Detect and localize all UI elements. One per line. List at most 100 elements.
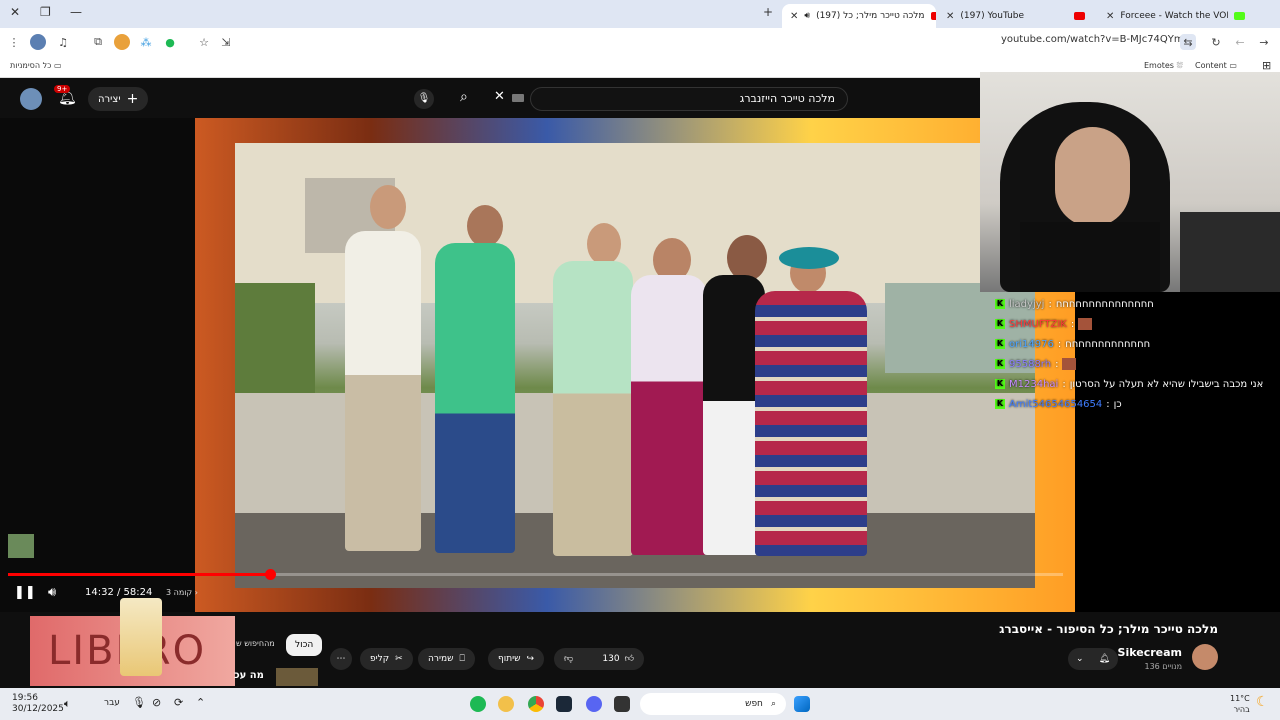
start-windows-icon[interactable] xyxy=(794,696,810,712)
search-icon[interactable]: ⌕ xyxy=(460,89,468,105)
voice-search-icon[interactable]: 🎙︎ xyxy=(414,89,434,109)
channel-name[interactable]: Sikecream xyxy=(1118,646,1182,659)
media-control-icon[interactable]: ♫ xyxy=(55,34,71,50)
channel-avatar[interactable] xyxy=(1192,644,1218,670)
weather-widget[interactable]: 11°C בהיר xyxy=(1230,693,1250,715)
discord-taskbar-icon[interactable] xyxy=(586,696,602,712)
chapter-label[interactable]: קומה 3 › xyxy=(166,588,198,597)
back-icon[interactable]: → xyxy=(1256,34,1272,50)
bookmark-star-icon[interactable]: ☆ xyxy=(196,34,212,50)
like-dislike-group: 👎︎ 130 👍︎ xyxy=(554,648,644,670)
bookmark-emotes[interactable]: Emotes ⛆ xyxy=(1144,61,1183,71)
kick-badge-icon: K xyxy=(995,299,1005,309)
microphone-tray-icon[interactable]: 🎙︎ xyxy=(132,696,146,709)
extensions-icon[interactable]: ⧉ xyxy=(90,34,106,50)
recommended-title[interactable]: מה עכ xyxy=(234,670,264,681)
thumbs-up-icon: 👍︎ xyxy=(624,654,634,664)
share-label: שיתוף xyxy=(498,654,521,664)
close-tab-icon[interactable]: ✕ xyxy=(1106,11,1114,22)
person-figure xyxy=(755,291,867,556)
url-field[interactable]: youtube.com/watch?v=B-MJc74QYm8 xyxy=(1001,34,1190,45)
chat-username[interactable]: Amit54654654654 xyxy=(1009,399,1102,410)
create-button[interactable]: יצירה + xyxy=(88,87,149,111)
recommended-thumbnail[interactable] xyxy=(276,668,318,686)
chat-username[interactable]: ori14976 xyxy=(1009,339,1054,350)
install-app-icon[interactable]: ⇲ xyxy=(218,34,234,50)
minimize-window-icon[interactable]: — xyxy=(70,5,82,19)
tab-title: (197) מלכה טייכר מילר; כל xyxy=(816,11,925,21)
progress-scrubber[interactable] xyxy=(264,569,276,580)
site-settings-icon[interactable]: ⇆ xyxy=(1180,34,1196,50)
language-indicator[interactable]: עבר xyxy=(104,698,120,708)
chat-username[interactable]: liadyjyj xyxy=(1009,299,1044,310)
new-tab-icon[interactable]: + xyxy=(763,5,773,19)
volume-icon[interactable]: 🔊︎ xyxy=(48,585,56,600)
share-button[interactable]: שיתוף ↪ xyxy=(488,648,545,670)
apps-grid-icon[interactable]: ⊞ xyxy=(1262,59,1271,72)
video-player[interactable]: ❚❚ 🔊︎ 14:32 / 58:24 קומה 3 › ▭ ⚙ ⧈ ⤢ xyxy=(0,118,1075,612)
chat-username[interactable]: M1234hai xyxy=(1009,379,1058,390)
account-avatar[interactable] xyxy=(20,88,42,110)
translate-extension-icon[interactable]: ⁂ xyxy=(138,34,154,50)
save-button[interactable]: שמירה ⎕ xyxy=(418,648,475,670)
chip-all[interactable]: הכול xyxy=(286,634,323,656)
menu-icon[interactable]: ⋮ xyxy=(6,34,22,50)
weather-temp: 11°C xyxy=(1230,694,1250,703)
chat-separator: : xyxy=(1106,398,1110,410)
clock[interactable]: 19:56 30/12/2025 xyxy=(12,693,64,715)
keyboard-icon[interactable] xyxy=(512,94,524,102)
youtube-header: 🔔︎ 9+ יצירה + 🎙︎ ⌕ ✕ מלכה טייכר הייזנברג xyxy=(0,78,980,120)
clip-button[interactable]: קליפ ✂ xyxy=(360,648,413,670)
network-off-icon[interactable]: ⊘ xyxy=(152,696,161,709)
emote-icon xyxy=(1062,358,1077,370)
reload-icon[interactable]: ↻ xyxy=(1208,34,1224,50)
volume-tray-icon[interactable]: 🔈︎ xyxy=(64,697,71,711)
chat-separator: : xyxy=(1070,318,1075,330)
chat-separator: : xyxy=(1057,338,1062,350)
chat-text: חחחחחחחחחחחחחחח xyxy=(1055,298,1154,310)
clear-search-icon[interactable]: ✕ xyxy=(494,89,505,104)
like-button[interactable]: 130 👍︎ xyxy=(602,654,634,664)
extension-icon[interactable] xyxy=(114,34,130,50)
subscribed-button[interactable]: ⌄ 🔔︎ xyxy=(1068,648,1118,670)
taskbar-search[interactable]: חפש ⌕ xyxy=(640,693,786,715)
chrome-taskbar-icon[interactable] xyxy=(528,696,544,712)
person-head xyxy=(467,205,503,247)
chat-text: אני מכבה בישבילו שהיא לא תעלה על הסרטון xyxy=(1069,378,1264,390)
bell-icon: 🔔︎ xyxy=(1098,654,1110,664)
terminal-taskbar-icon[interactable] xyxy=(614,696,630,712)
plus-icon: + xyxy=(126,91,139,107)
app-taskbar-icon[interactable] xyxy=(498,696,514,712)
plants xyxy=(235,283,315,393)
profile-avatar[interactable] xyxy=(30,34,46,50)
close-window-icon[interactable]: ✕ xyxy=(10,5,20,19)
tab-current-video[interactable]: ✕ 🔊︎ (197) מלכה טייכר מילר; כל xyxy=(782,4,936,28)
all-bookmarks-link[interactable]: כל הסימניות ▭ xyxy=(10,61,62,70)
more-actions-icon[interactable]: ⋯ xyxy=(330,648,352,670)
tab-youtube[interactable]: ✕ (197) YouTube xyxy=(938,4,1093,28)
restore-window-icon[interactable]: ❐ xyxy=(40,5,51,19)
chat-username[interactable]: SHMUFTZIK xyxy=(1009,319,1067,330)
tab-kick-vod[interactable]: ✕ Forceee - Watch the VOD on K xyxy=(1098,4,1253,28)
desk-equipment xyxy=(1180,212,1280,292)
sync-tray-icon[interactable]: ⟳ xyxy=(174,696,183,709)
spotify-extension-icon[interactable]: ● xyxy=(162,34,178,50)
pause-icon[interactable]: ❚❚ xyxy=(14,585,36,600)
close-tab-icon[interactable]: ✕ xyxy=(946,11,954,22)
bookmark-content[interactable]: Content ▭ xyxy=(1195,61,1237,70)
close-tab-icon[interactable]: ✕ xyxy=(790,11,798,22)
tray-expand-chevron-icon[interactable]: ⌃ xyxy=(196,696,205,709)
spotify-taskbar-icon[interactable] xyxy=(470,696,486,712)
person-figure xyxy=(345,231,421,551)
chip-from-search[interactable]: מהחיפוש ש xyxy=(236,639,275,648)
chat-username[interactable]: 95588rh xyxy=(1009,359,1051,370)
dislike-icon[interactable]: 👎︎ xyxy=(564,654,573,664)
kick-badge-icon: K xyxy=(995,319,1005,329)
steam-taskbar-icon[interactable] xyxy=(556,696,572,712)
search-input[interactable]: מלכה טייכר הייזנברג xyxy=(530,87,848,111)
forward-icon[interactable]: ← xyxy=(1232,34,1248,50)
folder-icon: ▭ xyxy=(1229,61,1237,70)
kick-badge-icon: K xyxy=(995,339,1005,349)
like-count: 130 xyxy=(602,654,620,664)
progress-bar[interactable] xyxy=(8,569,1063,580)
